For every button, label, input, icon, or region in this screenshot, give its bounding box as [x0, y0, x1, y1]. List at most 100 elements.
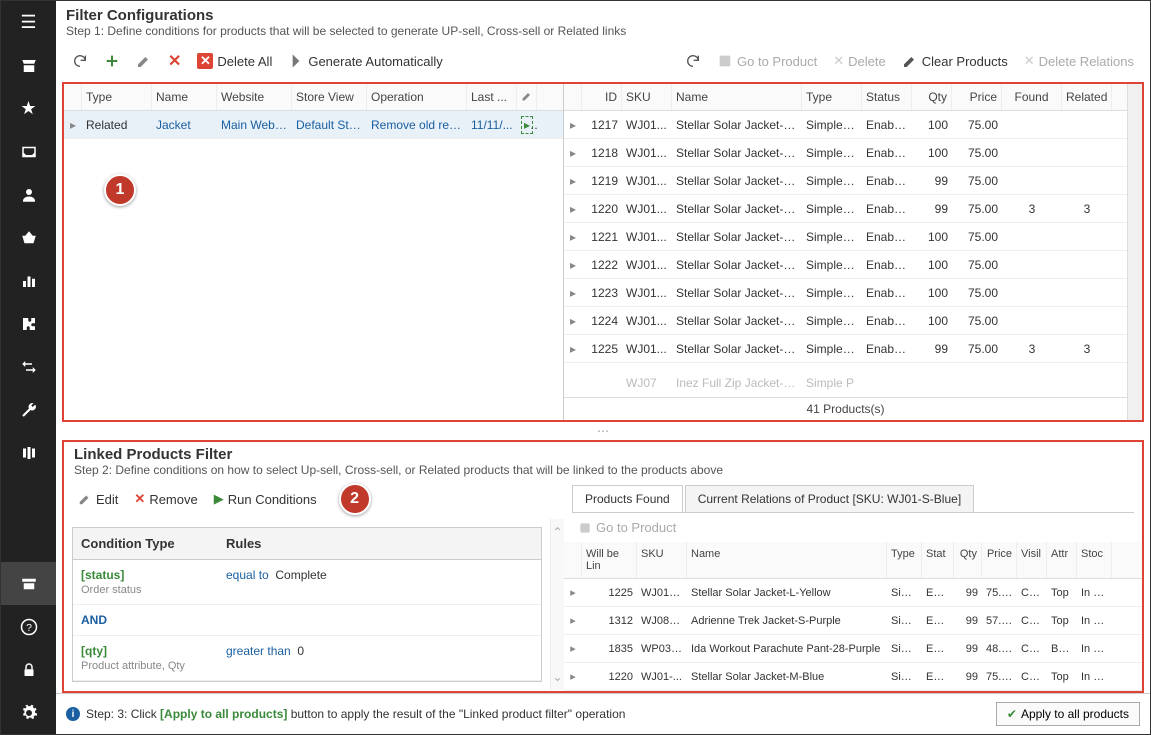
remove-condition-button[interactable]: ✕Remove: [128, 488, 203, 510]
col-rules: Rules: [218, 528, 541, 559]
col-sku[interactable]: SKU: [622, 84, 672, 110]
run-conditions-button[interactable]: ▶Run Conditions: [208, 488, 323, 510]
expand-icon[interactable]: ▸: [564, 282, 582, 304]
sidebar-user-icon[interactable]: [1, 173, 56, 216]
filter-name[interactable]: Jacket: [152, 114, 217, 136]
generate-button[interactable]: Generate Automatically: [282, 50, 448, 72]
filter-store-view[interactable]: Default Stor...: [292, 114, 367, 136]
expand-icon[interactable]: ▸: [564, 338, 582, 360]
product-row[interactable]: ▸1219WJ01...Stellar Solar Jacket-S-...Si…: [564, 167, 1127, 195]
filter-row[interactable]: ▸ Related Jacket Main Website Default St…: [64, 111, 563, 139]
col-status[interactable]: Status: [862, 84, 912, 110]
col-ptype[interactable]: Type: [802, 84, 862, 110]
col-fattr[interactable]: Attr: [1047, 542, 1077, 578]
expand-icon[interactable]: ▸: [564, 610, 582, 631]
info-icon: i: [66, 707, 80, 721]
sidebar-help-icon[interactable]: ?: [1, 605, 56, 648]
expand-icon[interactable]: ▸: [564, 254, 582, 276]
sidebar-wrench-icon[interactable]: [1, 388, 56, 431]
sidebar-chart-icon[interactable]: [1, 259, 56, 302]
condition-row[interactable]: [status]Order statusequal to Complete: [73, 560, 541, 605]
product-row[interactable]: ▸1225WJ01...Stellar Solar Jacket-L-...Si…: [564, 335, 1127, 363]
col-linked[interactable]: Will be Lin: [582, 542, 637, 578]
expand-icon[interactable]: ▸: [564, 666, 582, 687]
tab-current-relations[interactable]: Current Relations of Product [SKU: WJ01-…: [685, 485, 974, 512]
sidebar-store-icon[interactable]: [1, 44, 56, 87]
product-row[interactable]: ▸1220WJ01...Stellar Solar Jacket-M...Sim…: [564, 195, 1127, 223]
delete-button[interactable]: ✕: [162, 48, 187, 74]
found-row[interactable]: ▸1220WJ01-...Stellar Solar Jacket-M-Blue…: [564, 663, 1142, 691]
filter-run-icon[interactable]: ▸: [517, 114, 537, 136]
filter-operation[interactable]: Remove old relati...: [367, 114, 467, 136]
edit-button[interactable]: [130, 50, 158, 72]
col-cond-type: Condition Type: [73, 528, 218, 559]
expand-icon[interactable]: ▸: [564, 198, 582, 220]
product-row[interactable]: ▸1217WJ01...Stellar Solar Jacket-S-...Si…: [564, 111, 1127, 139]
apply-to-all-button[interactable]: ✔Apply to all products: [996, 702, 1140, 726]
condition-row[interactable]: AND: [73, 605, 541, 636]
col-related[interactable]: Related: [1062, 84, 1112, 110]
go-to-product-button-2: Go to Product: [572, 517, 682, 538]
splitter[interactable]: ⋯: [56, 422, 1150, 440]
expand-icon[interactable]: ▸: [564, 638, 582, 659]
col-fsku[interactable]: SKU: [637, 542, 687, 578]
expand-icon[interactable]: ▸: [564, 310, 582, 332]
expand-icon[interactable]: ▸: [564, 142, 582, 164]
product-row[interactable]: ▸1223WJ01...Stellar Solar Jacket-L-...Si…: [564, 279, 1127, 307]
products-scrollbar[interactable]: [1127, 84, 1142, 420]
delete-all-button[interactable]: ✕Delete All: [191, 50, 278, 72]
col-pname[interactable]: Name: [672, 84, 802, 110]
sidebar-inbox-icon[interactable]: [1, 130, 56, 173]
sidebar-puzzle-icon[interactable]: [1, 302, 56, 345]
conditions-scroll[interactable]: ⌃⌄: [550, 519, 564, 690]
expand-icon[interactable]: ▸: [564, 226, 582, 248]
col-fstat[interactable]: Stat: [922, 542, 954, 578]
col-fprice[interactable]: Price: [982, 542, 1017, 578]
col-fname[interactable]: Name: [687, 542, 887, 578]
found-row[interactable]: ▸1312WJ08-S...Adrienne Trek Jacket-S-Pur…: [564, 607, 1142, 635]
edit-condition-button[interactable]: Edit: [72, 489, 124, 510]
col-edit-icon[interactable]: [517, 84, 537, 110]
found-row[interactable]: ▸1835WP03-...Ida Workout Parachute Pant-…: [564, 635, 1142, 663]
product-row[interactable]: ▸1222WJ01...Stellar Solar Jacket-M...Sim…: [564, 251, 1127, 279]
col-type[interactable]: Type: [82, 84, 152, 110]
col-id[interactable]: ID: [582, 84, 622, 110]
sidebar-menu-icon[interactable]: ☰: [1, 1, 56, 44]
sidebar-gear-icon[interactable]: [1, 691, 56, 734]
product-row[interactable]: ▸1218WJ01...Stellar Solar Jacket-S-...Si…: [564, 139, 1127, 167]
sidebar-transfer-icon[interactable]: [1, 345, 56, 388]
col-fvisi[interactable]: Visil: [1017, 542, 1047, 578]
col-website[interactable]: Website: [217, 84, 292, 110]
expand-icon[interactable]: ▸: [564, 582, 582, 603]
sidebar-archive-icon[interactable]: [1, 562, 56, 605]
filter-website[interactable]: Main Website: [217, 114, 292, 136]
product-row[interactable]: ▸1224WJ01...Stellar Solar Jacket-L-...Si…: [564, 307, 1127, 335]
expand-icon[interactable]: ▸: [64, 114, 82, 136]
col-price[interactable]: Price: [952, 84, 1002, 110]
found-row[interactable]: ▸1225WJ01-L...Stellar Solar Jacket-L-Yel…: [564, 579, 1142, 607]
expand-icon[interactable]: ▸: [564, 114, 582, 136]
sidebar-lock-icon[interactable]: [1, 648, 56, 691]
sidebar-basket-icon[interactable]: [1, 216, 56, 259]
product-row[interactable]: ▸1221WJ01...Stellar Solar Jacket-M...Sim…: [564, 223, 1127, 251]
col-store-view[interactable]: Store View: [292, 84, 367, 110]
sidebar-stack-icon[interactable]: [1, 431, 56, 474]
col-operation[interactable]: Operation: [367, 84, 467, 110]
add-button[interactable]: [98, 50, 126, 72]
refresh-button[interactable]: [66, 50, 94, 72]
tab-products-found[interactable]: Products Found: [572, 485, 683, 512]
filter-last[interactable]: 11/11/...: [467, 114, 517, 136]
col-name[interactable]: Name: [152, 84, 217, 110]
col-fstoc[interactable]: Stoc: [1077, 542, 1112, 578]
col-last[interactable]: Last ...: [467, 84, 517, 110]
step3-text: Step: 3: Click [Apply to all products] b…: [86, 707, 625, 721]
refresh-products-button[interactable]: [679, 50, 707, 72]
condition-row[interactable]: [qty]Product attribute, Qtygreater than …: [73, 636, 541, 681]
col-qty[interactable]: Qty: [912, 84, 952, 110]
col-found[interactable]: Found: [1002, 84, 1062, 110]
sidebar-star-icon[interactable]: ★: [1, 87, 56, 130]
col-fqty[interactable]: Qty: [954, 542, 982, 578]
clear-products-button[interactable]: Clear Products: [896, 50, 1014, 72]
col-ftype[interactable]: Type: [887, 542, 922, 578]
expand-icon[interactable]: ▸: [564, 170, 582, 192]
